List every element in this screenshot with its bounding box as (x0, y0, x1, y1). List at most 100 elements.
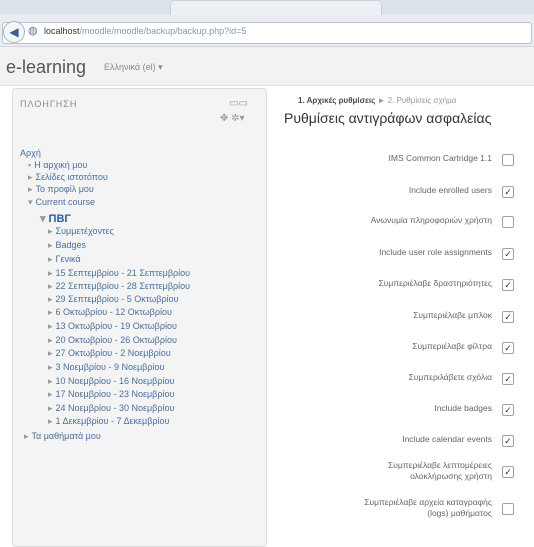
setting-label: Συμπεριέλαβε λεπτομέρειες ολοκλήρωσης χρ… (388, 460, 492, 481)
nav-item[interactable]: ▸ 15 Σεπτεμβρίου - 21 Σεπτεμβρίου (48, 268, 190, 279)
setting-checkbox[interactable]: ✓ (502, 466, 514, 478)
nav-item-label: 15 Σεπτεμβρίου - 21 Σεπτεμβρίου (55, 268, 191, 278)
nav-item[interactable]: ▸ 10 Νοεμβρίου - 16 Νοεμβρίου (48, 376, 174, 387)
backup-steps-breadcrumb: 1. Αρχικές ρυθμίσεις ► 2. Ρυθμίσεις σχήμ… (298, 96, 456, 105)
setting-checkbox[interactable] (502, 503, 514, 515)
tree-arrow-icon[interactable]: ▸ (48, 376, 53, 386)
nav-item-label: Current course (35, 197, 96, 207)
setting-checkbox[interactable]: ✓ (502, 342, 514, 354)
navigation-title: ΠΛΟΗΓΗΣΗ (20, 99, 78, 109)
nav-item[interactable]: ▸ 1 Δεκεμβρίου - 7 Δεκεμβρίου (48, 416, 169, 427)
language-menu[interactable]: Ελληνικά (el) ▾ (104, 62, 163, 73)
nav-item[interactable]: ▸ Σελίδες ιστοτόπου (28, 172, 108, 183)
setting-checkbox[interactable]: ✓ (502, 186, 514, 198)
tree-arrow-icon[interactable]: ▸ (48, 254, 53, 264)
setting-label: Συμπεριέλαβε δραστηριότητες (378, 278, 492, 288)
nav-item-label: 6 Οκτωβρίου - 12 Οκτωβρίου (55, 307, 172, 317)
nav-item[interactable]: ▸ 22 Σεπτεμβρίου - 28 Σεπτεμβρίου (48, 281, 190, 292)
setting-checkbox[interactable]: ✓ (502, 279, 514, 291)
nav-item-label: Αρχή (20, 148, 41, 158)
setting-checkbox[interactable]: ✓ (502, 373, 514, 385)
back-arrow-icon[interactable]: ◀ (3, 21, 25, 43)
tree-arrow-icon[interactable]: ▸ (28, 184, 33, 194)
nav-item[interactable]: ▸ Τα μαθήματά μου (24, 431, 101, 442)
nav-item[interactable]: ▾ ΠΒΓ (40, 212, 71, 225)
nav-item-label: Η αρχική μου (34, 160, 88, 170)
tree-arrow-icon[interactable]: ▸ (48, 321, 53, 331)
nav-item[interactable]: Αρχή (20, 148, 41, 158)
tree-arrow-icon[interactable]: ▸ (48, 335, 53, 345)
setting-checkbox[interactable]: ✓ (502, 435, 514, 447)
tree-arrow-icon[interactable]: ▸ (48, 294, 53, 304)
nav-item[interactable]: ▸ Γενικά (48, 254, 81, 265)
tree-arrow-icon[interactable]: ▸ (24, 431, 29, 441)
url-host: localhost (44, 26, 80, 36)
nav-item-label: 20 Οκτωβρίου - 26 Οκτωβρίου (55, 335, 177, 345)
page-title: Ρυθμίσεις αντιγράφων ασφαλείας (284, 110, 492, 126)
step-current: 1. Αρχικές ρυθμίσεις (298, 96, 376, 105)
nav-item-label: Τα μαθήματά μου (31, 431, 101, 441)
nav-item[interactable]: ▸ 29 Σεπτεμβρίου - 5 Οκτωβρίου (48, 294, 179, 305)
nav-item[interactable]: ▸ 17 Νοεμβρίου - 23 Νοεμβρίου (48, 389, 174, 400)
url-path: /moodle/moodle/backup/backup.php?id=5 (79, 26, 247, 36)
tree-arrow-icon[interactable]: ▪ (28, 160, 31, 170)
setting-label: Ανωνυμία πληροφοριών χρήστη (370, 215, 492, 225)
block-actions-icon[interactable]: ✥ ✲▾ (220, 113, 245, 124)
nav-item[interactable]: ▸ 20 Οκτωβρίου - 26 Οκτωβρίου (48, 335, 177, 346)
nav-item-label: 24 Νοεμβρίου - 30 Νοεμβρίου (55, 403, 175, 413)
nav-item-label: 3 Νοεμβρίου - 9 Νοεμβρίου (55, 362, 165, 372)
setting-checkbox[interactable]: ✓ (502, 404, 514, 416)
nav-item[interactable]: ▸ Συμμετέχοντες (48, 226, 114, 237)
nav-item-label: 13 Οκτωβρίου - 19 Οκτωβρίου (55, 321, 177, 331)
tree-arrow-icon[interactable]: ▸ (48, 307, 53, 317)
nav-item[interactable]: ▸ 13 Οκτωβρίου - 19 Οκτωβρίου (48, 321, 177, 332)
browser-tab[interactable] (170, 0, 382, 15)
setting-checkbox[interactable] (502, 216, 514, 228)
setting-label: Include calendar events (402, 434, 492, 444)
dock-block-icon[interactable]: ▭▭ (229, 98, 248, 109)
setting-label: Συμπεριλάβετε σχόλια (408, 372, 493, 382)
nav-item[interactable]: ▸ 24 Νοεμβρίου - 30 Νοεμβρίου (48, 403, 174, 414)
tree-arrow-icon[interactable]: ▸ (48, 240, 53, 250)
site-brand[interactable]: e-learning (6, 57, 86, 78)
tree-arrow-icon[interactable]: ▸ (48, 416, 53, 426)
nav-item-label: Σελίδες ιστοτόπου (35, 172, 108, 182)
setting-checkbox[interactable]: ✓ (502, 248, 514, 260)
page-info-icon[interactable]: ◍ (28, 25, 40, 37)
nav-item[interactable]: ▸ Badges (48, 240, 86, 251)
nav-item-label: Το προφίλ μου (35, 184, 94, 194)
tree-arrow-icon[interactable]: ▾ (28, 197, 33, 207)
step-separator: ► (377, 96, 386, 105)
setting-label: Συμπεριέλαβε αρχεία καταγραφής (logs) μα… (364, 497, 492, 518)
setting-label: IMS Common Cartridge 1.1 (388, 153, 492, 163)
setting-checkbox[interactable]: ✓ (502, 311, 514, 323)
tree-arrow-icon[interactable]: ▸ (48, 362, 53, 372)
tree-arrow-icon[interactable]: ▸ (28, 172, 33, 182)
nav-item[interactable]: ▸ 6 Οκτωβρίου - 12 Οκτωβρίου (48, 307, 172, 318)
setting-label: Include user role assignments (379, 247, 492, 257)
nav-item-label: ΠΒΓ (48, 213, 72, 225)
tree-arrow-icon[interactable]: ▾ (40, 213, 46, 225)
tree-arrow-icon[interactable]: ▸ (48, 348, 53, 358)
url-text[interactable]: localhost/moodle/moodle/backup/backup.ph… (44, 26, 246, 36)
setting-label: Συμπεριέλαβε μπλοκ (413, 310, 492, 320)
nav-item-label: 1 Δεκεμβρίου - 7 Δεκεμβρίου (55, 416, 170, 426)
setting-label: Include badges (434, 403, 492, 413)
nav-item-label: Γενικά (55, 254, 81, 264)
tree-arrow-icon[interactable]: ▸ (48, 281, 53, 291)
nav-item-label: Badges (55, 240, 87, 250)
setting-checkbox[interactable] (502, 154, 514, 166)
nav-item-label: 10 Νοεμβρίου - 16 Νοεμβρίου (55, 376, 175, 386)
nav-item[interactable]: ▸ 3 Νοεμβρίου - 9 Νοεμβρίου (48, 362, 164, 373)
nav-item[interactable]: ▾ Current course (28, 197, 95, 208)
step-next: 2. Ρυθμίσεις σχήμα (387, 96, 457, 105)
nav-item[interactable]: ▸ 27 Οκτωβρίου - 2 Νοεμβρίου (48, 348, 171, 359)
nav-item[interactable]: ▪ Η αρχική μου (28, 160, 87, 170)
nav-item-label: 17 Νοεμβρίου - 23 Νοεμβρίου (55, 389, 175, 399)
tree-arrow-icon[interactable]: ▸ (48, 268, 53, 278)
tree-arrow-icon[interactable]: ▸ (48, 403, 53, 413)
nav-item-label: Συμμετέχοντες (55, 226, 114, 236)
nav-item[interactable]: ▸ Το προφίλ μου (28, 184, 94, 195)
tree-arrow-icon[interactable]: ▸ (48, 389, 53, 399)
tree-arrow-icon[interactable]: ▸ (48, 226, 53, 236)
